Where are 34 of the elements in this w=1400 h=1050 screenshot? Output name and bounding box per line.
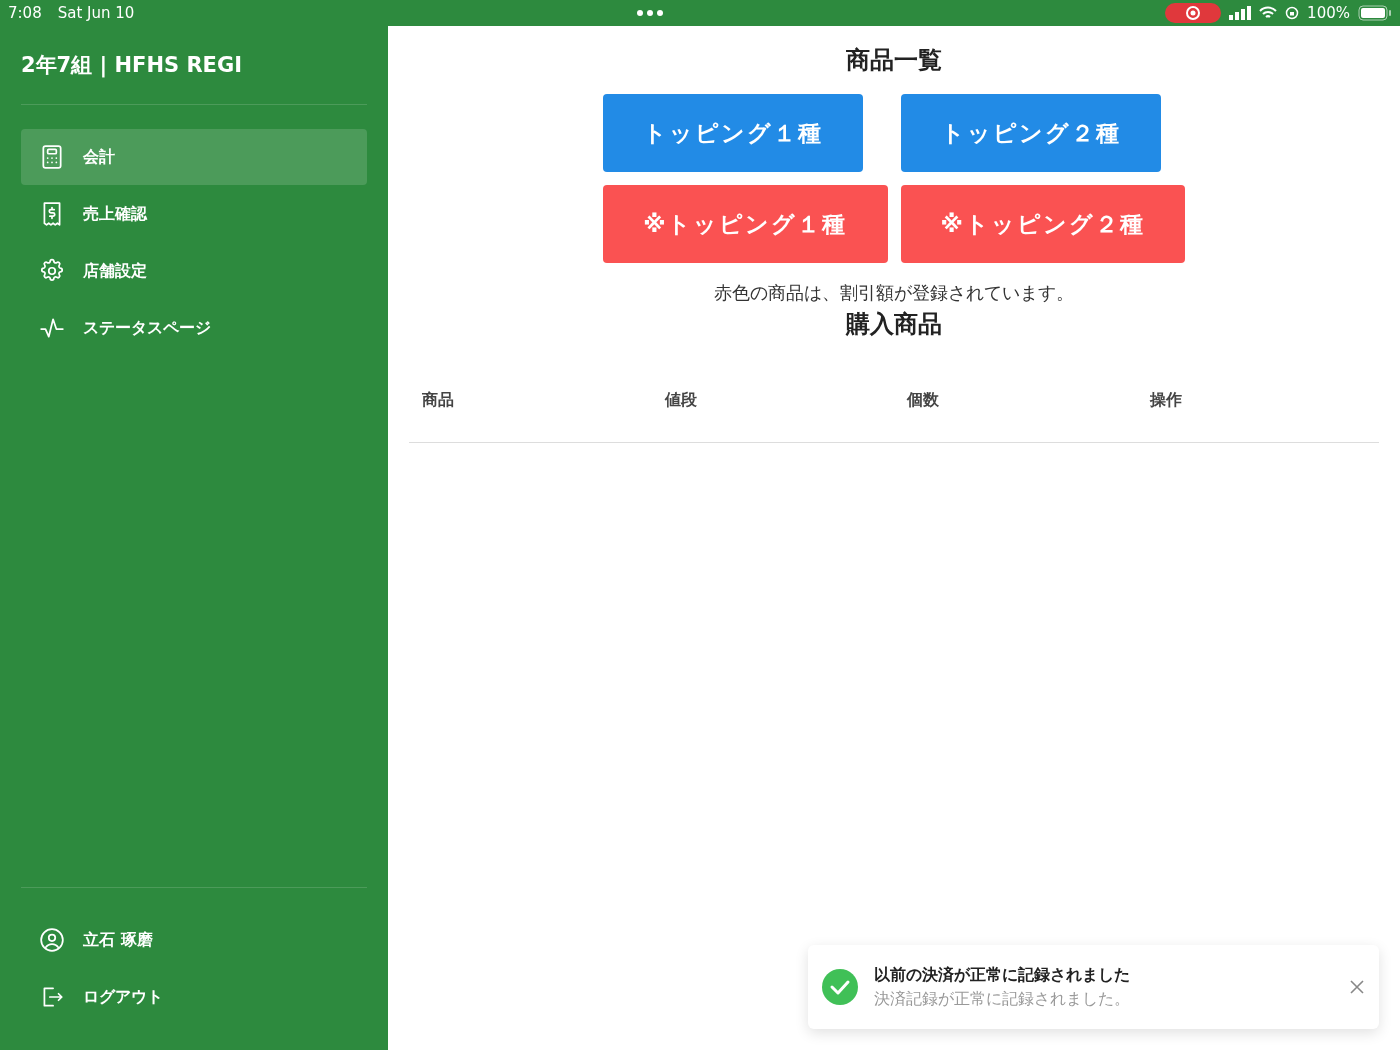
info-text: 赤色の商品は、割引額が登録されています。 [713,281,1075,305]
toast-message: 決済記録が正常に記録されました。 [874,988,1131,1010]
calculator-icon [39,143,65,170]
product-button[interactable]: ※トッピング１種 [603,185,888,263]
product-button[interactable]: ※トッピング２種 [900,185,1185,263]
sidebar-item[interactable]: 売上確認 [21,185,367,242]
status-date: Sat Jun 10 [57,2,135,24]
sidebar-item[interactable]: ステータスページ [21,299,367,356]
more-icon[interactable] [635,9,664,17]
product-button[interactable]: トッピング２種 [900,94,1161,172]
column-header: 操作 [1149,390,1182,409]
sidebar-item[interactable]: ログアウト [21,969,367,1025]
close-icon[interactable] [1349,979,1365,995]
sidebar-item[interactable]: 立石 琢磨 [21,912,367,968]
app-title: 2年7組 | HFHS REGI [21,26,367,105]
sidebar-item[interactable]: 店舗設定 [21,242,367,299]
recording-indicator-icon[interactable] [1165,3,1222,23]
signal-icon [1229,6,1252,20]
wifi-icon [1259,6,1278,20]
column-header: 商品 [422,390,454,409]
rotation-lock-icon [1285,6,1300,20]
column-header: 個数 [907,390,939,409]
battery-percentage: 100% [1307,2,1350,24]
success-check-icon [822,969,858,1005]
section-title: 購入商品 [844,309,943,340]
battery-icon [1358,5,1392,21]
section-title: 商品一覧 [845,45,943,76]
user-icon [39,927,65,953]
toast-title: 以前の決済が正常に記録されました [874,964,1131,986]
settings-icon [39,257,65,284]
column-header: 値段 [664,390,697,409]
sidebar-item[interactable]: 会計 [21,128,367,185]
status-time: 7:08 [8,2,42,24]
product-button[interactable]: トッピング１種 [603,94,864,172]
